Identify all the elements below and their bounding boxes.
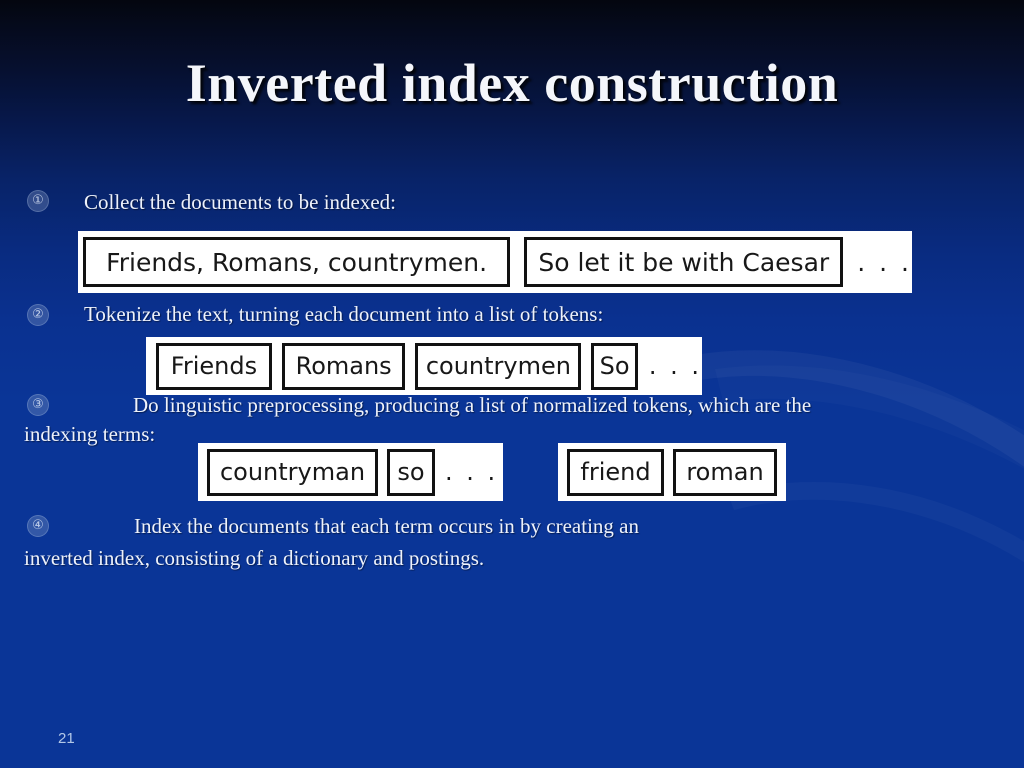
documents-ellipsis: . . .	[857, 247, 912, 277]
normalized-token-box-1: countryman	[207, 448, 378, 496]
normalized-tokens-strip-left: countryman so . . .	[198, 443, 503, 501]
document-box-1: Friends, Romans, countrymen.	[83, 237, 511, 287]
step-4-bullet-icon: ④	[27, 515, 49, 537]
normalized-token-box-2: so	[387, 448, 435, 496]
step-4-text-line-1: Index the documents that each term occur…	[134, 514, 639, 538]
documents-strip: Friends, Romans, countrymen. So let it b…	[78, 231, 912, 293]
slide-title: Inverted index construction	[185, 53, 839, 113]
normalized-tokens-strip-right: friend roman	[558, 443, 786, 501]
step-1-text: Collect the documents to be indexed:	[84, 190, 397, 214]
step-2-text: Tokenize the text, turning each document…	[84, 302, 604, 326]
step-4-text-line-2: inverted index, consisting of a dictiona…	[24, 546, 485, 570]
step-3-text-line-1: Do linguistic preprocessing, producing a…	[133, 393, 812, 417]
tokens-strip: Friends Romans countrymen So . . .	[146, 337, 702, 395]
slide-canvas: Inverted index construction ① Collect th…	[0, 0, 1024, 768]
step-3-bullet-icon: ③	[27, 394, 49, 416]
token-box-2: Romans	[281, 342, 406, 390]
token-box-1: Friends	[156, 342, 272, 390]
tokens-ellipsis: . . .	[648, 352, 702, 380]
step-3-text-line-2: indexing terms:	[24, 422, 156, 446]
token-box-4: So	[591, 342, 638, 390]
normalized-token-box-3: friend	[567, 448, 664, 496]
token-box-3: countrymen	[415, 342, 582, 390]
step-2-bullet-icon: ②	[27, 304, 49, 326]
page-number: 21	[58, 730, 75, 747]
normalized-tokens-ellipsis: . . .	[445, 458, 499, 486]
normalized-token-box-4: roman	[673, 448, 777, 496]
document-box-2: So let it be with Caesar	[524, 237, 844, 287]
step-1-bullet-icon: ①	[27, 190, 49, 212]
